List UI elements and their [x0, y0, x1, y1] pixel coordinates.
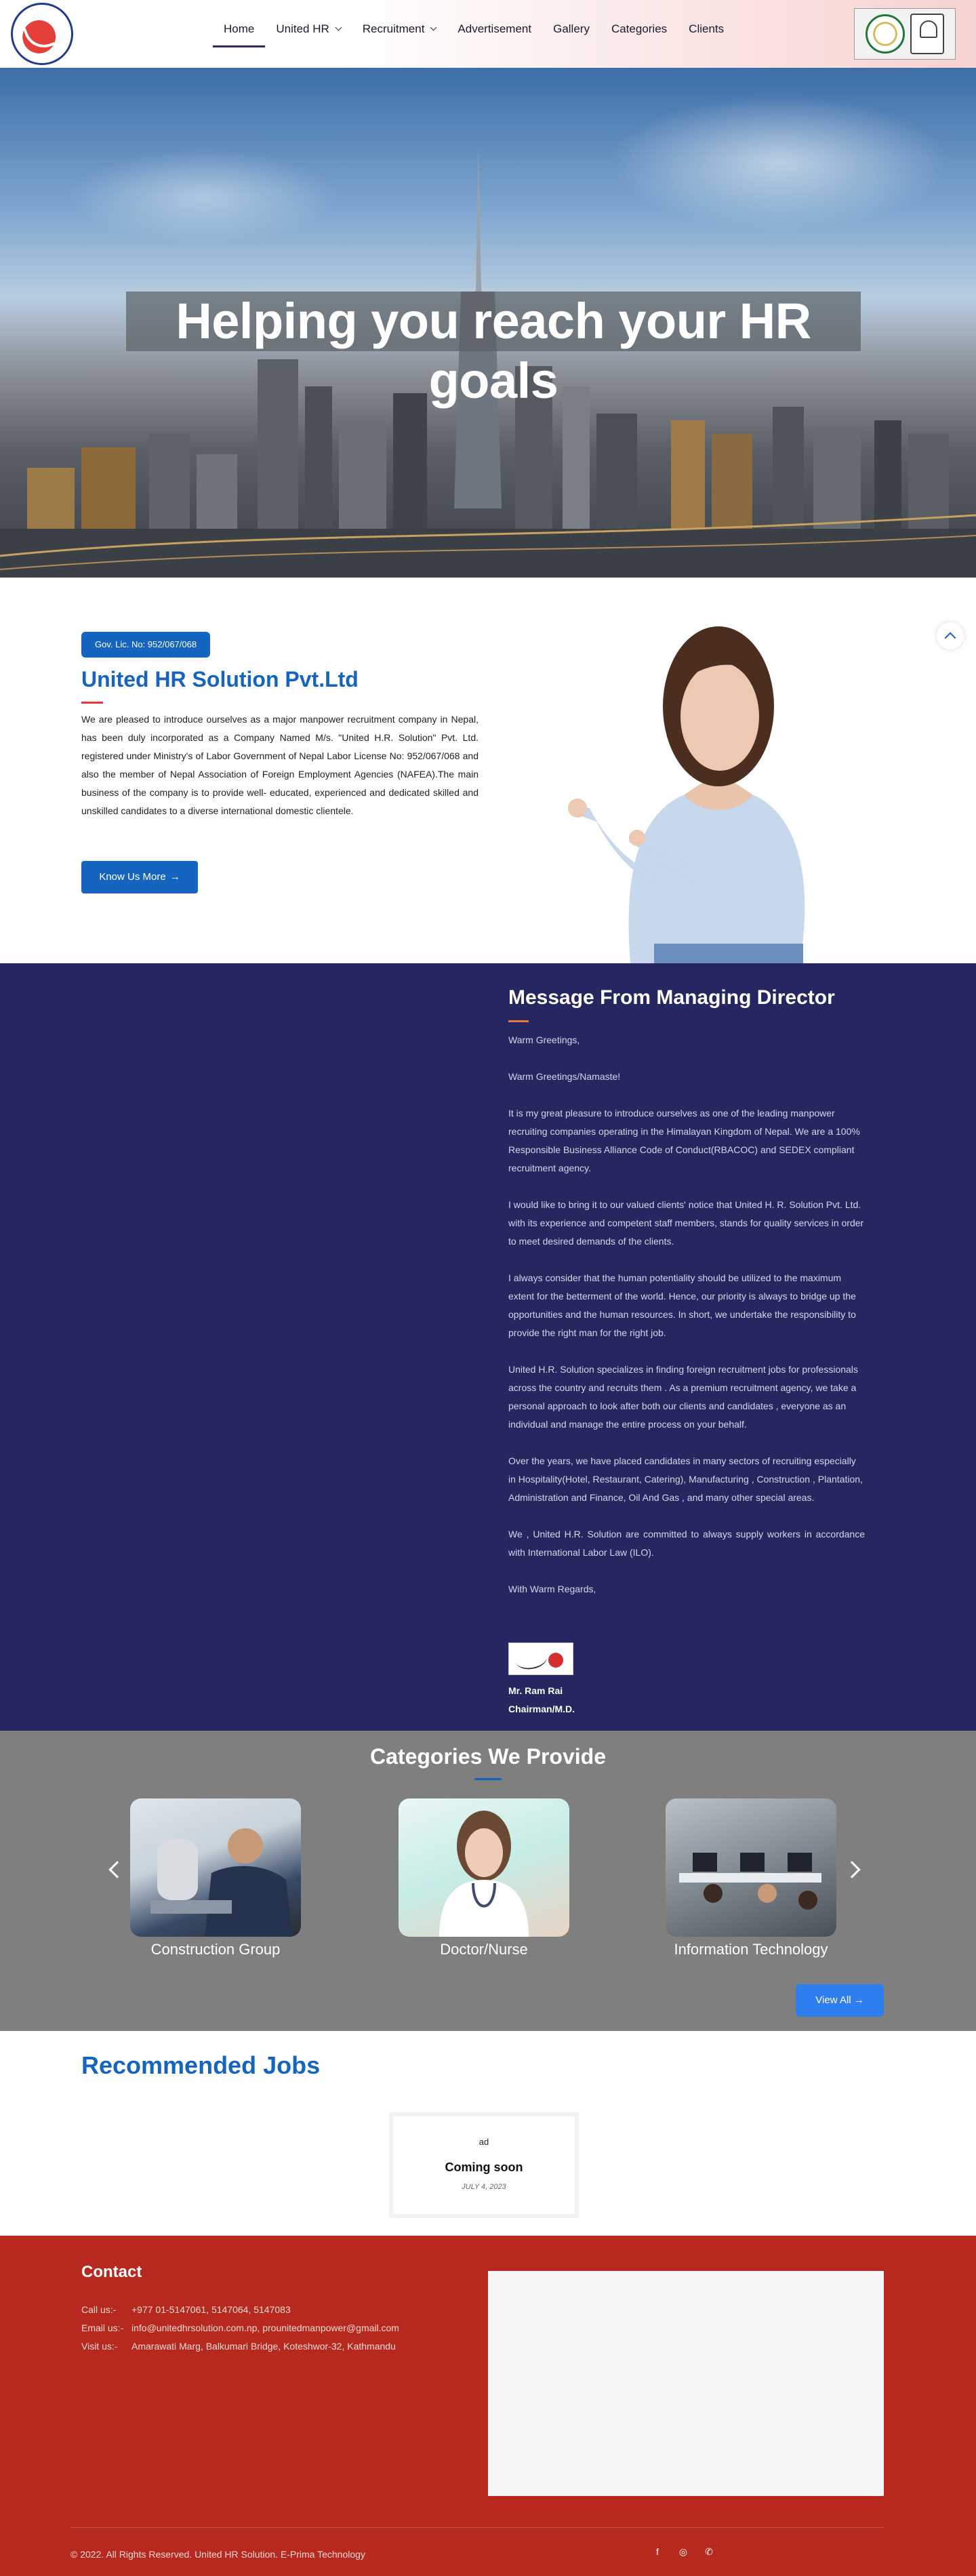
know-us-more-button[interactable]: Know Us More → — [81, 861, 198, 893]
copyright-text: © 2022. All Rights Reserved. United HR S… — [70, 2549, 365, 2560]
certification-badges — [854, 8, 956, 60]
message-paragraph: Warm Greetings/Namaste! — [508, 1071, 621, 1082]
doctor-nurse-image — [439, 1811, 529, 1937]
director-message-section: Message From Managing Director Warm Gree… — [0, 963, 976, 1731]
address-text: Amarawati Marg, Balkumari Bridge, Kotesh… — [131, 2341, 396, 2352]
hero-title: Helping you reach your HR goals — [126, 291, 861, 409]
nav-home[interactable]: Home — [213, 20, 266, 47]
category-label: Doctor/Nurse — [440, 1941, 528, 1958]
job-title: Coming soon — [445, 2160, 523, 2174]
message-body: Warm Greetings, Warm Greetings/Namaste! … — [508, 1031, 865, 1617]
main-nav: Home United HR Recruitment Advertisement… — [213, 20, 735, 47]
instagram-icon[interactable]: ◎ — [678, 2546, 689, 2557]
message-paragraph: Warm Greetings, — [508, 1034, 580, 1045]
message-paragraph: We , United H.R. Solution are committed … — [508, 1529, 865, 1558]
category-card-construction[interactable] — [130, 1798, 301, 1937]
company-logo[interactable] — [11, 3, 73, 65]
contact-label: Call us:- — [81, 2304, 117, 2315]
construction-worker-image — [150, 1828, 293, 1937]
message-paragraph: I would like to bring it to our valued c… — [508, 1199, 864, 1247]
email-link[interactable]: info@unitedhrsolution.com.np, prounitedm… — [131, 2322, 399, 2333]
site-header: Home United HR Recruitment Advertisement… — [0, 0, 976, 68]
category-label: Information Technology — [674, 1941, 828, 1958]
title-underline — [474, 1778, 502, 1780]
nav-categories[interactable]: Categories — [601, 20, 678, 47]
nav-label: Clients — [689, 22, 725, 35]
categories-title: Categories We Provide — [370, 1744, 606, 1769]
site-footer: Contact Call us:- +977 01-5147061, 514706… — [0, 2236, 976, 2576]
button-label: Know Us More — [99, 871, 166, 883]
about-text: We are pleased to introduce ourselves as… — [81, 714, 479, 816]
signature-image — [508, 1643, 573, 1675]
nav-label: Recruitment — [362, 22, 425, 35]
nav-label: United HR — [276, 22, 329, 35]
jobs-title: Recommended Jobs — [81, 2051, 321, 2079]
category-card-doctor[interactable] — [399, 1798, 569, 1937]
license-badge: Gov. Lic. No: 952/067/068 — [81, 632, 211, 658]
certification-shield-icon — [910, 14, 944, 54]
about-title: United HR Solution Pvt.Ltd — [81, 667, 359, 691]
footer-divider — [70, 2527, 884, 2528]
contact-email: Email us:- info@unitedhrsolution.com.np, … — [81, 2319, 399, 2337]
nav-label: Advertisement — [458, 22, 532, 35]
chevron-down-icon — [430, 24, 437, 31]
contact-address: Visit us:- Amarawati Marg, Balkumari Brid… — [81, 2337, 396, 2356]
message-paragraph: United H.R. Solution specializes in find… — [508, 1364, 858, 1430]
nav-advertisement[interactable]: Advertisement — [447, 20, 542, 47]
contact-label: Email us:- — [81, 2322, 124, 2333]
office-workers-image — [679, 1853, 821, 1910]
contact-title: Contact — [81, 2263, 142, 2281]
nav-label: Gallery — [553, 22, 590, 35]
arrow-right-icon: → — [853, 1994, 864, 2006]
phone-link[interactable]: +977 01-5147061, 5147064, 5147083 — [131, 2304, 291, 2315]
chevron-down-icon — [335, 24, 342, 31]
contact-phone: Call us:- +977 01-5147061, 5147064, 51470… — [81, 2301, 291, 2319]
categories-section: Categories We Provide Construction Group… — [0, 1731, 976, 2031]
carousel-prev-icon[interactable] — [108, 1861, 126, 1878]
facebook-icon[interactable]: f — [652, 2546, 663, 2557]
signer-name: Mr. Ram Rai — [508, 1685, 563, 1696]
map-embed[interactable] — [488, 2271, 884, 2496]
nav-label: Categories — [611, 22, 668, 35]
title-underline — [81, 702, 103, 704]
job-ad-label: ad — [479, 2137, 489, 2147]
arrow-right-icon: → — [169, 871, 180, 883]
chevron-up-icon — [944, 632, 956, 644]
hero-banner: Helping you reach your HR goals — [0, 68, 976, 578]
contact-label: Visit us:- — [81, 2341, 118, 2352]
message-paragraph: It is my great pleasure to introduce our… — [508, 1108, 860, 1173]
title-underline — [508, 1020, 529, 1022]
message-title: Message From Managing Director — [508, 986, 835, 1009]
message-paragraph: With Warm Regards, — [508, 1584, 596, 1594]
scroll-to-top-button[interactable] — [937, 622, 964, 649]
button-label: View All — [815, 1994, 851, 2006]
woman-pointing-image — [568, 626, 805, 963]
category-card-it[interactable] — [666, 1798, 836, 1937]
job-card[interactable]: ad Coming soon JULY 4, 2023 — [389, 2112, 579, 2218]
view-all-button[interactable]: View All → — [796, 1984, 884, 2017]
nav-recruitment[interactable]: Recruitment — [352, 20, 447, 47]
nav-united-hr[interactable]: United HR — [265, 20, 351, 47]
whatsapp-icon[interactable]: ✆ — [704, 2546, 714, 2557]
social-links: f ◎ ✆ — [652, 2546, 714, 2557]
message-paragraph: I always consider that the human potenti… — [508, 1272, 856, 1338]
carousel-next-icon[interactable] — [843, 1861, 861, 1878]
recommended-jobs-section: Recommended Jobs ad Coming soon JULY 4, … — [0, 2031, 976, 2236]
about-section: Gov. Lic. No: 952/067/068 United HR Solu… — [0, 578, 976, 963]
nav-gallery[interactable]: Gallery — [542, 20, 601, 47]
certification-seal-icon — [866, 14, 905, 54]
category-label: Construction Group — [150, 1941, 281, 1958]
signer-role: Chairman/M.D. — [508, 1704, 575, 1714]
message-paragraph: Over the years, we have placed candidate… — [508, 1455, 863, 1503]
nav-clients[interactable]: Clients — [678, 20, 735, 47]
nav-label: Home — [224, 22, 255, 35]
job-date: JULY 4, 2023 — [462, 2183, 506, 2191]
